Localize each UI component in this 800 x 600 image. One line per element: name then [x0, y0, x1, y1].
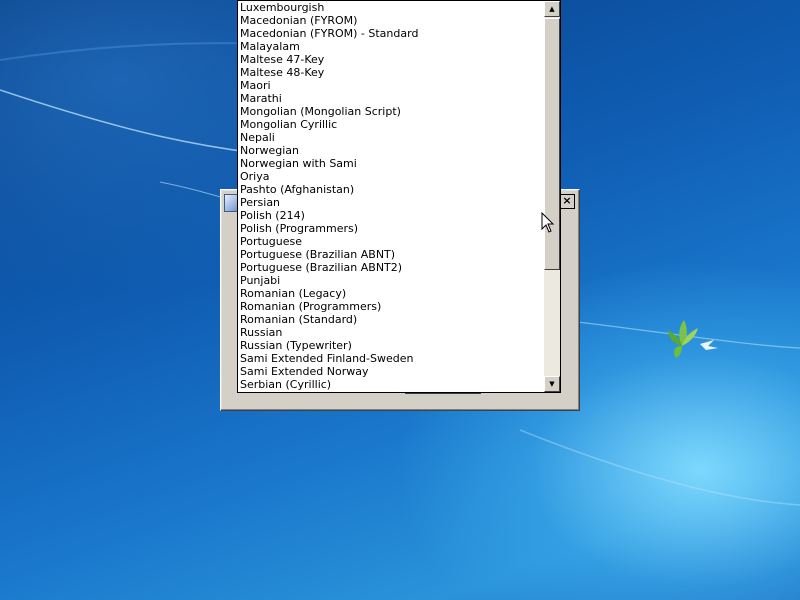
list-item[interactable]: Portuguese (Brazilian ABNT) — [238, 248, 543, 261]
close-button[interactable]: × — [559, 194, 575, 209]
list-item[interactable]: Sami Extended Finland-Sweden — [238, 352, 543, 365]
list-item[interactable]: Punjabi — [238, 274, 543, 287]
list-item[interactable]: Norwegian with Sami — [238, 157, 543, 170]
vertical-scrollbar[interactable]: ▲ ▼ — [544, 1, 560, 392]
list-item[interactable]: Macedonian (FYROM) — [238, 14, 543, 27]
list-item[interactable]: Russian (Typewriter) — [238, 339, 543, 352]
list-item[interactable]: Portuguese (Brazilian ABNT2) — [238, 261, 543, 274]
list-item[interactable]: Maori — [238, 79, 543, 92]
list-item[interactable]: Nepali — [238, 131, 543, 144]
list-item[interactable]: Romanian (Programmers) — [238, 300, 543, 313]
list-item[interactable]: Sami Extended Norway — [238, 365, 543, 378]
list-item[interactable]: Polish (Programmers) — [238, 222, 543, 235]
list-item[interactable]: Polish (214) — [238, 209, 543, 222]
list-item[interactable]: Maltese 47-Key — [238, 53, 543, 66]
list-item[interactable]: Portuguese — [238, 235, 543, 248]
list-item[interactable]: Russian — [238, 326, 543, 339]
mouse-cursor-icon — [541, 212, 555, 233]
list-item[interactable]: Persian — [238, 196, 543, 209]
list-item[interactable]: Romanian (Legacy) — [238, 287, 543, 300]
keyboard-layout-dropdown-list[interactable]: Luxembourgish Macedonian (FYROM) Macedonia… — [237, 0, 561, 393]
list-item[interactable]: Pashto (Afghanistan) — [238, 183, 543, 196]
scroll-down-button[interactable]: ▼ — [544, 376, 560, 392]
list-item[interactable]: Mongolian (Mongolian Script) — [238, 105, 543, 118]
dialog-divider — [405, 393, 481, 394]
list-item[interactable]: Maltese 48-Key — [238, 66, 543, 79]
list-item[interactable]: Serbian (Cyrillic) — [238, 378, 543, 391]
list-item[interactable]: Mongolian Cyrillic — [238, 118, 543, 131]
scroll-up-button[interactable]: ▲ — [544, 1, 560, 17]
list-item[interactable]: Norwegian — [238, 144, 543, 157]
list-item[interactable]: Romanian (Standard) — [238, 313, 543, 326]
list-item[interactable]: Malayalam — [238, 40, 543, 53]
list-item[interactable]: Luxembourgish — [238, 1, 543, 14]
windows-logo-icon — [668, 320, 718, 358]
list-item[interactable]: Macedonian (FYROM) - Standard — [238, 27, 543, 40]
keyboard-layout-list[interactable]: Luxembourgish Macedonian (FYROM) Macedonia… — [238, 1, 543, 392]
list-item[interactable]: Marathi — [238, 92, 543, 105]
list-item[interactable]: Oriya — [238, 170, 543, 183]
